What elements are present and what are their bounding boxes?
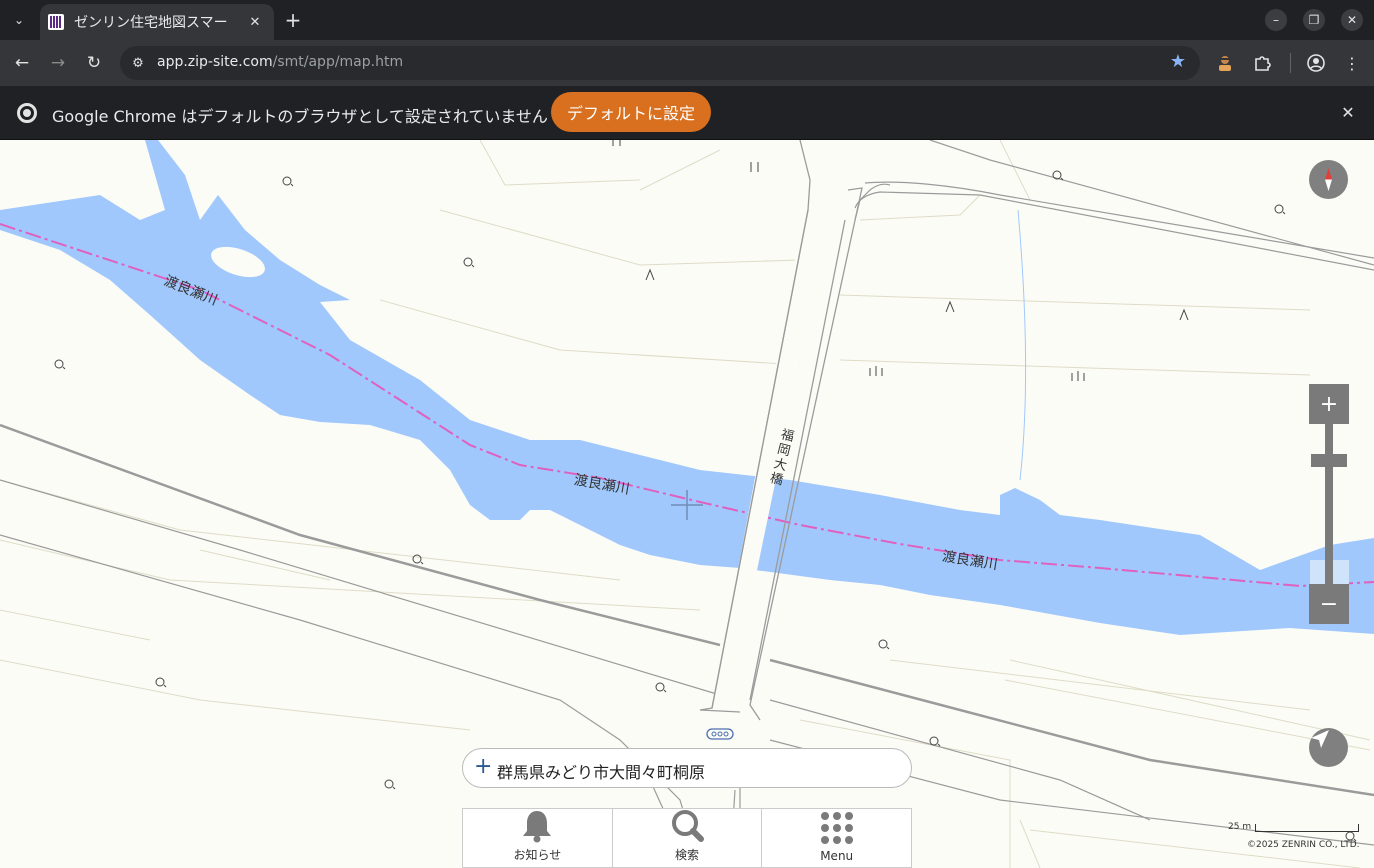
infobar-message: Google Chrome はデフォルトのブラウザとして設定されていません: [52, 107, 548, 126]
address-text: 群馬県みどり市大間々町桐原: [497, 763, 706, 782]
tab-title: ゼンリン住宅地図スマー: [74, 15, 228, 31]
copyright: ©2025 ZENRIN CO., LTD.: [1247, 840, 1360, 850]
zoom-slider-handle[interactable]: [1311, 454, 1347, 467]
menu-item-notifications[interactable]: お知らせ: [463, 809, 613, 867]
menu-label: Menu: [820, 849, 854, 863]
zoom-in-button[interactable]: +: [1309, 384, 1349, 424]
url-text[interactable]: app.zip-site.com/smt/app/map.htm: [157, 54, 403, 70]
tune-icon[interactable]: ⚙: [126, 51, 150, 75]
star-icon[interactable]: ★: [1170, 51, 1186, 72]
crosshair-plus-icon: +: [474, 754, 493, 779]
chrome-icon: [17, 103, 37, 123]
map-canvas[interactable]: 渡良瀬川 渡良瀬川 渡良瀬川 福岡大橋 + − + 群馬県みどり市大間々町桐原 …: [0, 140, 1374, 868]
bottom-menu: お知らせ 検索 Menu: [462, 808, 912, 868]
close-icon[interactable]: ✕: [1338, 102, 1358, 122]
puzzle-icon[interactable]: [1250, 51, 1274, 75]
menu-item-search[interactable]: 検索: [613, 809, 763, 867]
current-location-button[interactable]: [1309, 728, 1348, 767]
default-browser-infobar: Google Chrome はデフォルトのブラウザとして設定されていません デフ…: [0, 86, 1374, 140]
menu-label: 検索: [675, 848, 700, 862]
scale-label: 25 m: [1228, 822, 1252, 832]
menu-label: お知らせ: [513, 848, 562, 862]
grid-menu-icon: [819, 811, 855, 845]
navigation-arrow-icon: [1311, 730, 1329, 748]
toolbar-separator: [1290, 53, 1291, 73]
set-default-button[interactable]: デフォルトに設定: [551, 92, 711, 132]
address-display[interactable]: + 群馬県みどり市大間々町桐原: [462, 748, 912, 788]
forward-arrow-icon[interactable]: →: [46, 51, 70, 75]
browser-tab-bar: ⌄ ゼンリン住宅地図スマー ✕ + – ❐ ✕: [0, 0, 1374, 40]
browser-toolbar: ← → ↻ ⚙ app.zip-site.com/smt/app/map.htm…: [0, 40, 1374, 86]
bell-icon: [519, 809, 555, 843]
zoom-out-button[interactable]: −: [1309, 584, 1349, 624]
kebab-menu-icon[interactable]: ⋮: [1340, 51, 1364, 75]
incognito-agent-icon[interactable]: [1213, 51, 1237, 75]
restore-icon[interactable]: ❐: [1303, 9, 1325, 31]
address-bar[interactable]: ⚙ app.zip-site.com/smt/app/map.htm ★: [120, 46, 1200, 80]
window-close-icon[interactable]: ✕: [1341, 9, 1363, 31]
back-arrow-icon[interactable]: ←: [10, 51, 34, 75]
browser-tab[interactable]: ゼンリン住宅地図スマー ✕: [40, 4, 274, 40]
search-icon: [669, 809, 705, 842]
zoom-slider-track[interactable]: [1325, 424, 1333, 584]
close-icon[interactable]: ✕: [246, 13, 264, 31]
chevron-down-icon[interactable]: ⌄: [6, 7, 32, 33]
profile-icon[interactable]: [1304, 51, 1328, 75]
menu-item-menu[interactable]: Menu: [762, 809, 911, 867]
minimize-icon[interactable]: –: [1265, 9, 1287, 31]
compass-icon[interactable]: [1309, 160, 1348, 199]
plus-icon[interactable]: +: [282, 8, 304, 32]
scale-bar: [1255, 824, 1359, 832]
favicon-icon: [48, 14, 64, 30]
reload-icon[interactable]: ↻: [82, 51, 106, 75]
